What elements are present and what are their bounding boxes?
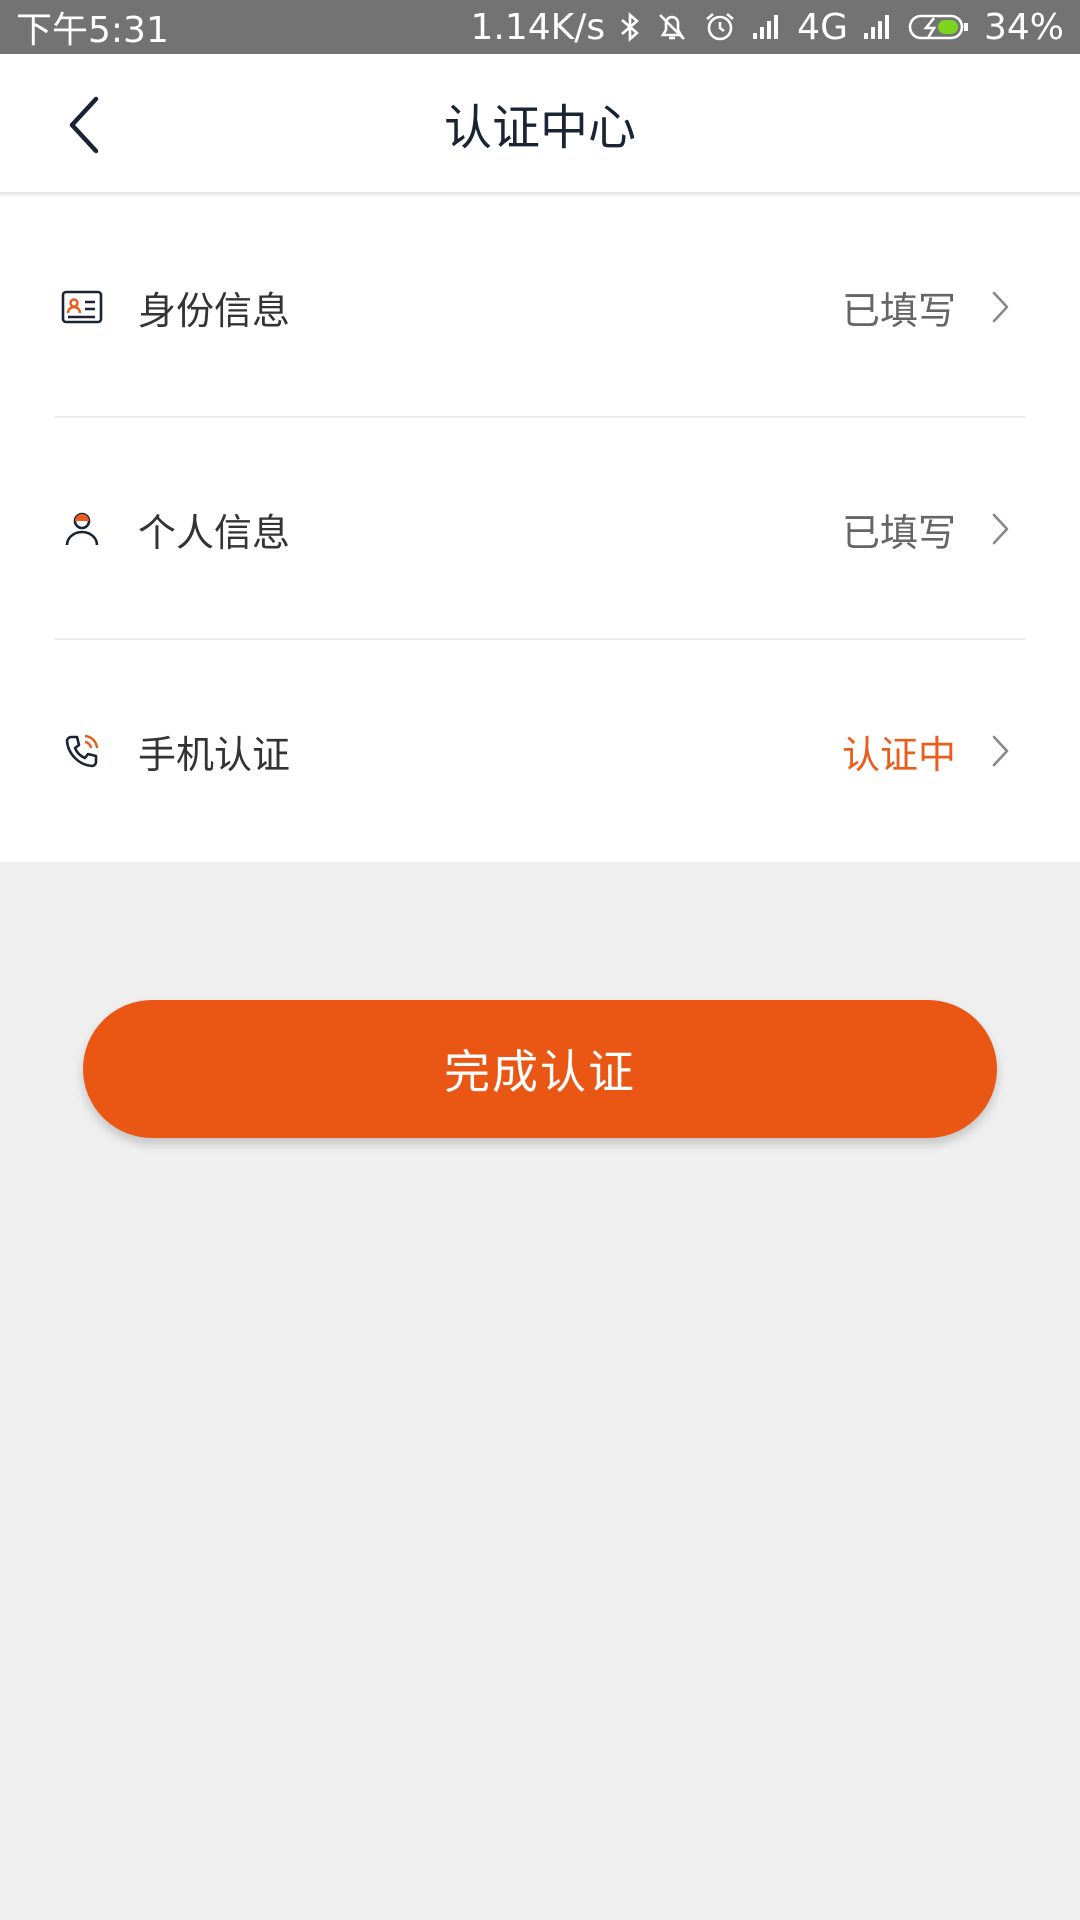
battery-charging-icon <box>908 12 970 42</box>
status-bar: 下午5:31 1.14K/s 4G 34% <box>0 0 1080 54</box>
alarm-icon <box>703 11 737 43</box>
net-speed: 1.14K/s <box>470 6 606 48</box>
row-label: 手机认证 <box>138 732 291 777</box>
row-label: 身份信息 <box>138 288 291 333</box>
chevron-right-icon <box>986 731 1014 771</box>
verification-list: 身份信息 已填写 个人信息 已填写 手机认证 认证中 <box>0 196 1080 862</box>
row-status: 已填写 <box>841 510 956 555</box>
status-time: 下午5:31 <box>16 10 169 51</box>
list-item-identity[interactable]: 身份信息 已填写 <box>0 196 1080 418</box>
signal-icon <box>751 13 783 41</box>
id-card-icon <box>60 285 104 329</box>
row-label: 个人信息 <box>138 510 291 555</box>
header: 认证中心 <box>0 54 1080 194</box>
list-item-phone[interactable]: 手机认证 认证中 <box>0 640 1080 862</box>
row-status: 认证中 <box>841 732 956 777</box>
mute-bell-icon <box>655 11 689 43</box>
network-type: 4G <box>797 6 848 48</box>
bluetooth-icon <box>619 12 641 42</box>
phone-icon <box>60 729 104 773</box>
chevron-right-icon <box>986 287 1014 327</box>
chevron-right-icon <box>986 509 1014 549</box>
row-status: 已填写 <box>841 288 956 333</box>
page-title: 认证中心 <box>443 100 636 156</box>
signal-icon-2 <box>862 13 894 41</box>
list-item-personal[interactable]: 个人信息 已填写 <box>0 418 1080 640</box>
complete-verification-button[interactable]: 完成认证 <box>83 1000 997 1138</box>
person-icon <box>60 507 104 551</box>
battery-level: 34% <box>983 6 1064 48</box>
